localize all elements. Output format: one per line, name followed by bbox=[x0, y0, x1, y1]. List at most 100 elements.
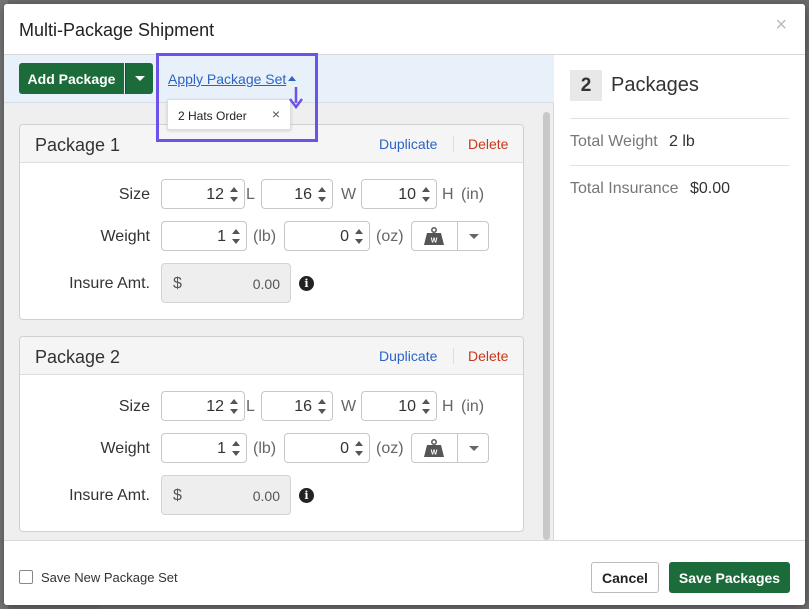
scale-icon: W bbox=[424, 227, 444, 245]
spinner-icon[interactable] bbox=[230, 187, 238, 203]
package-card: Package 2 Duplicate Delete Size 12 L 16 … bbox=[19, 336, 524, 532]
size-label: Size bbox=[118, 186, 150, 203]
weight-lb-value: 1 bbox=[217, 228, 226, 245]
weight-lb-input[interactable]: 1 bbox=[161, 433, 247, 463]
width-unit: W bbox=[341, 186, 357, 203]
divider bbox=[453, 348, 454, 364]
multi-package-modal: Multi-Package Shipment × Add Package App… bbox=[4, 4, 805, 605]
cancel-button[interactable]: Cancel bbox=[591, 562, 659, 593]
length-unit: L bbox=[246, 186, 255, 203]
save-package-set-label[interactable]: Save New Package Set bbox=[41, 570, 178, 585]
spinner-icon[interactable] bbox=[355, 441, 363, 457]
add-package-menu-toggle[interactable] bbox=[125, 63, 153, 94]
package-card-header: Package 2 Duplicate Delete bbox=[20, 337, 523, 375]
package-set-option-label[interactable]: 2 Hats Order bbox=[178, 109, 247, 123]
caret-up-icon[interactable] bbox=[288, 76, 296, 81]
weight-label: Weight bbox=[100, 440, 150, 457]
package-set-option[interactable]: 2 Hats Order × bbox=[167, 99, 291, 130]
duplicate-package-link[interactable]: Duplicate bbox=[379, 348, 437, 364]
insure-amount-input[interactable]: $ 0.00 bbox=[161, 263, 291, 303]
close-icon[interactable]: × bbox=[775, 14, 787, 37]
oz-unit: (oz) bbox=[376, 440, 404, 457]
lb-unit: (lb) bbox=[253, 440, 277, 457]
insure-amount-value: 0.00 bbox=[252, 276, 280, 292]
total-insurance-value: $0.00 bbox=[690, 180, 731, 197]
width-input[interactable]: 16 bbox=[261, 179, 333, 209]
length-input[interactable]: 12 bbox=[161, 391, 245, 421]
height-unit: H bbox=[442, 186, 454, 203]
package-count-badge: 2 bbox=[570, 70, 602, 101]
packages-panel: Add Package Apply Package Set 2 Hats Ord… bbox=[4, 53, 554, 540]
weight-oz-value: 0 bbox=[340, 440, 349, 457]
save-packages-button[interactable]: Save Packages bbox=[669, 562, 790, 593]
divider bbox=[457, 434, 458, 462]
package-title: Package 2 bbox=[35, 347, 121, 367]
length-value: 12 bbox=[206, 186, 224, 203]
packages-list[interactable]: Package 1 Duplicate Delete Size 12 L 16 … bbox=[4, 104, 554, 540]
svg-text:W: W bbox=[431, 238, 438, 245]
width-value: 16 bbox=[294, 398, 312, 415]
scrollbar[interactable] bbox=[543, 112, 550, 540]
total-insurance-row: Total Insurance $0.00 bbox=[570, 165, 789, 212]
save-package-set-checkbox[interactable] bbox=[19, 570, 33, 584]
length-input[interactable]: 12 bbox=[161, 179, 245, 209]
modal-footer: Save New Package Set Cancel Save Package… bbox=[4, 540, 805, 605]
apply-package-set-link[interactable]: Apply Package Set bbox=[168, 71, 286, 87]
delete-package-link[interactable]: Delete bbox=[468, 348, 508, 364]
duplicate-package-link[interactable]: Duplicate bbox=[379, 136, 437, 152]
scale-button[interactable]: W bbox=[411, 221, 489, 251]
divider bbox=[457, 222, 458, 250]
weight-oz-input[interactable]: 0 bbox=[284, 221, 370, 251]
width-unit: W bbox=[341, 398, 357, 415]
height-value: 10 bbox=[398, 398, 416, 415]
height-input[interactable]: 10 bbox=[361, 179, 437, 209]
chevron-down-icon[interactable] bbox=[469, 234, 479, 239]
oz-unit: (oz) bbox=[376, 228, 404, 245]
total-weight-row: Total Weight 2 lb bbox=[570, 118, 789, 165]
chevron-down-icon[interactable] bbox=[469, 446, 479, 451]
width-value: 16 bbox=[294, 186, 312, 203]
info-icon[interactable]: i bbox=[299, 488, 314, 503]
weight-lb-input[interactable]: 1 bbox=[161, 221, 247, 251]
remove-package-set-icon[interactable]: × bbox=[272, 106, 280, 122]
size-label: Size bbox=[118, 398, 150, 415]
weight-lb-value: 1 bbox=[217, 440, 226, 457]
divider bbox=[453, 136, 454, 152]
package-card-header: Package 1 Duplicate Delete bbox=[20, 125, 523, 163]
weight-oz-value: 0 bbox=[340, 228, 349, 245]
info-icon[interactable]: i bbox=[299, 276, 314, 291]
insure-amount-value: 0.00 bbox=[252, 488, 280, 504]
currency-symbol: $ bbox=[173, 275, 182, 292]
add-package-button[interactable]: Add Package bbox=[19, 63, 124, 94]
delete-package-link[interactable]: Delete bbox=[468, 136, 508, 152]
height-input[interactable]: 10 bbox=[361, 391, 437, 421]
svg-text:W: W bbox=[431, 450, 438, 457]
spinner-icon[interactable] bbox=[230, 399, 238, 415]
dimension-unit: (in) bbox=[461, 186, 485, 203]
modal-title: Multi-Package Shipment bbox=[19, 20, 215, 40]
scale-button[interactable]: W bbox=[411, 433, 489, 463]
currency-symbol: $ bbox=[173, 487, 182, 504]
height-value: 10 bbox=[398, 186, 416, 203]
spinner-icon[interactable] bbox=[232, 441, 240, 457]
total-weight-value: 2 lb bbox=[669, 133, 695, 150]
length-unit: L bbox=[246, 398, 255, 415]
chevron-down-icon bbox=[135, 76, 145, 81]
weight-label: Weight bbox=[100, 228, 150, 245]
package-toolbar: Add Package Apply Package Set bbox=[4, 55, 554, 103]
insure-amount-label: Insure Amt. bbox=[69, 487, 150, 504]
spinner-icon[interactable] bbox=[422, 399, 430, 415]
spinner-icon[interactable] bbox=[318, 187, 326, 203]
length-value: 12 bbox=[206, 398, 224, 415]
spinner-icon[interactable] bbox=[318, 399, 326, 415]
spinner-icon[interactable] bbox=[232, 229, 240, 245]
width-input[interactable]: 16 bbox=[261, 391, 333, 421]
spinner-icon[interactable] bbox=[355, 229, 363, 245]
insure-amount-input[interactable]: $ 0.00 bbox=[161, 475, 291, 515]
spinner-icon[interactable] bbox=[422, 187, 430, 203]
weight-oz-input[interactable]: 0 bbox=[284, 433, 370, 463]
total-insurance-label: Total Insurance bbox=[570, 180, 679, 197]
modal-header: Multi-Package Shipment × bbox=[4, 4, 805, 55]
total-weight-label: Total Weight bbox=[570, 133, 658, 150]
height-unit: H bbox=[442, 398, 454, 415]
